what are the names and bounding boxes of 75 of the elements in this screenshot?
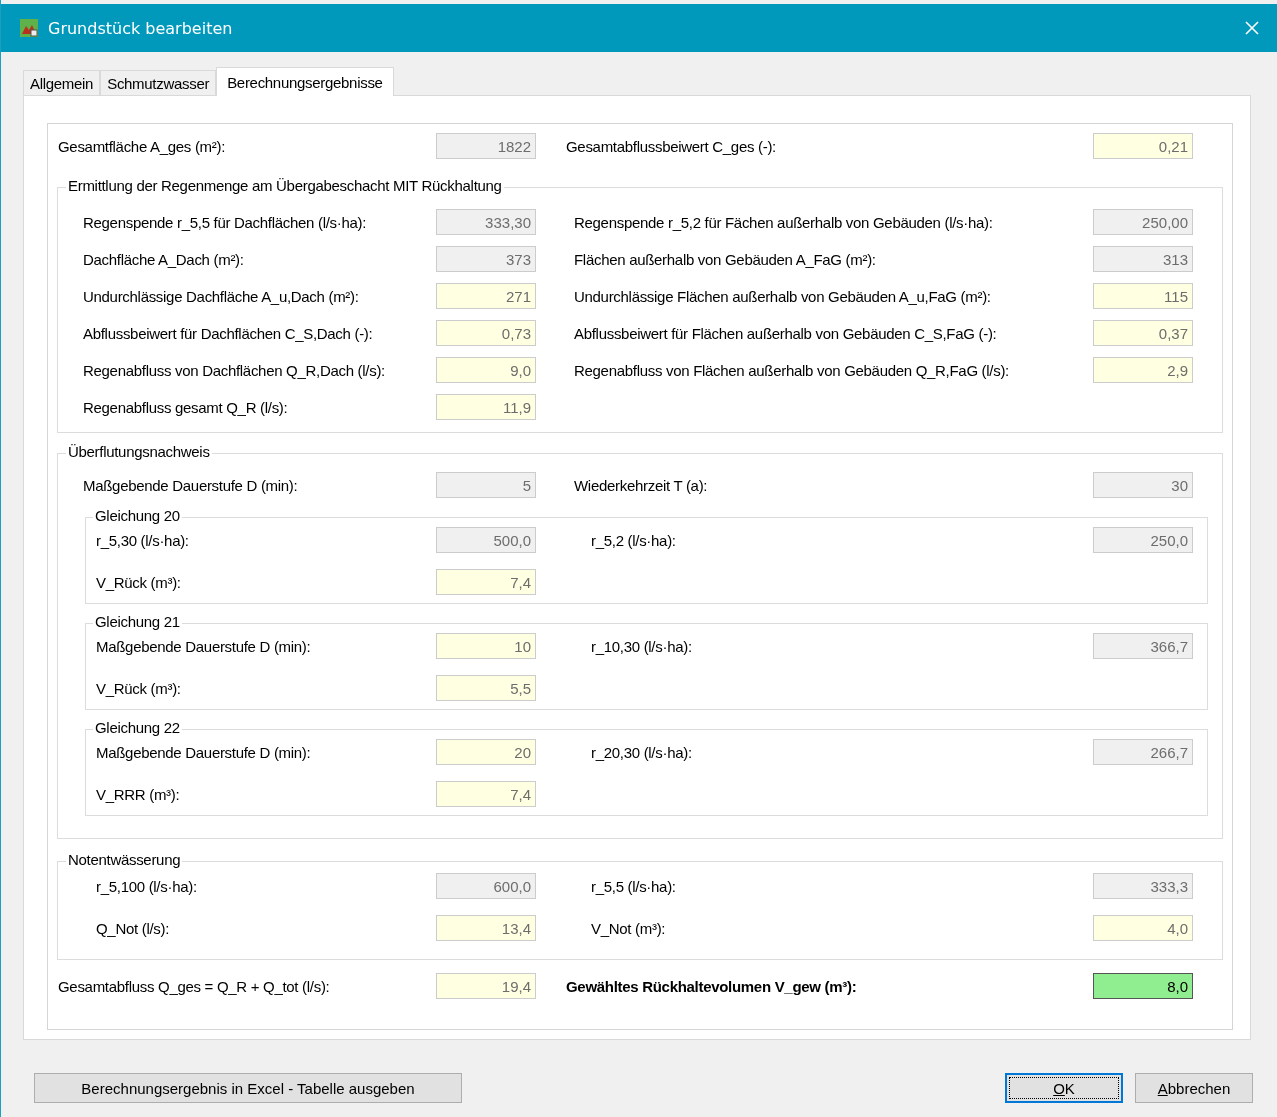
field-label: r_5,100 (l/s·ha): bbox=[95, 877, 198, 895]
group-title: Gleichung 21 bbox=[94, 613, 181, 632]
value-field[interactable]: 0,73 bbox=[436, 320, 536, 346]
value-field[interactable]: 10 bbox=[436, 633, 536, 659]
group-title: Gleichung 20 bbox=[94, 507, 181, 526]
field-label: r_20,30 (l/s·ha): bbox=[591, 743, 693, 761]
field-label: Regenabfluss von Flächen außerhalb von Gebäuden Q_R,FaG (l/s): bbox=[574, 361, 1010, 379]
field-label: Dachfläche A_Dach (m²): bbox=[82, 250, 245, 268]
field-label: Gesamtabfluss Q_ges = Q_R + Q_tot (l/s): bbox=[57, 977, 331, 995]
tab[interactable]: Allgemein bbox=[23, 70, 101, 95]
value-field[interactable]: 271 bbox=[436, 283, 536, 309]
field-label: Flächen außerhalb von Gebäuden A_FaG (m²): bbox=[574, 250, 877, 268]
value-field[interactable]: 13,4 bbox=[436, 915, 536, 941]
value-field[interactable]: 2,9 bbox=[1093, 357, 1193, 383]
value-field[interactable]: 20 bbox=[436, 739, 536, 765]
field-label: r_5,5 (l/s·ha): bbox=[591, 877, 677, 895]
field-label: Abflussbeiwert für Flächen außerhalb von Gebäuden C_S,FaG (-): bbox=[574, 324, 998, 342]
value-field[interactable]: 9,0 bbox=[436, 357, 536, 383]
app-icon bbox=[20, 19, 38, 37]
group-title: Überflutungsnachweis bbox=[67, 443, 211, 462]
value-field[interactable]: 5,5 bbox=[436, 675, 536, 701]
group-title: Notentwässerung bbox=[67, 851, 182, 870]
value-field[interactable]: 19,4 bbox=[436, 973, 536, 999]
value-field[interactable]: 333,3 bbox=[1093, 873, 1193, 899]
field-label: V_Rück (m³): bbox=[95, 573, 182, 591]
close-icon[interactable] bbox=[1245, 21, 1259, 35]
value-field[interactable]: 333,30 bbox=[436, 209, 536, 235]
value-field[interactable]: 11,9 bbox=[436, 394, 536, 420]
field-label: V_Not (m³): bbox=[591, 919, 667, 937]
field-label: V_Rück (m³): bbox=[95, 679, 182, 697]
value-field[interactable]: 0,21 bbox=[1093, 133, 1193, 159]
field-label: r_10,30 (l/s·ha): bbox=[591, 637, 693, 655]
value-field[interactable]: 266,7 bbox=[1093, 739, 1193, 765]
value-field[interactable]: 373 bbox=[436, 246, 536, 272]
value-field[interactable]: 7,4 bbox=[436, 569, 536, 595]
tab[interactable]: Berechnungsergebnisse bbox=[216, 67, 394, 96]
value-field[interactable]: 8,0 bbox=[1093, 973, 1193, 999]
field-label: Wiederkehrzeit T (a): bbox=[574, 476, 709, 494]
field-label: Abflussbeiwert für Dachflächen C_S,Dach (-): bbox=[82, 324, 374, 342]
field-label: Regenspende r_5,5 für Dachflächen (l/s·ha): bbox=[82, 213, 368, 231]
field-label: r_5,30 (l/s·ha): bbox=[95, 531, 190, 549]
value-field[interactable]: 250,0 bbox=[1093, 527, 1193, 553]
export-button[interactable]: Berechnungsergebnis in Excel - Tabelle ausgeben bbox=[34, 1073, 462, 1103]
value-field[interactable]: 115 bbox=[1093, 283, 1193, 309]
field-label: Gesamtfläche A_ges (m²): bbox=[57, 137, 227, 155]
value-field[interactable]: 5 bbox=[436, 472, 536, 498]
field-label: Undurchlässige Dachfläche A_u,Dach (m²): bbox=[82, 287, 360, 305]
tab[interactable]: Schmutzwasser bbox=[100, 70, 217, 95]
value-field[interactable]: 600,0 bbox=[436, 873, 536, 899]
field-label: Gewähltes Rückhaltevolumen V_gew (m³): bbox=[566, 977, 858, 995]
window-title: Grundstück bearbeiten bbox=[48, 18, 234, 38]
field-label: Regenabfluss gesamt Q_R (l/s): bbox=[82, 398, 289, 416]
value-field[interactable]: 1822 bbox=[436, 133, 536, 159]
value-field[interactable]: 250,00 bbox=[1093, 209, 1193, 235]
field-label: Regenspende r_5,2 für Fächen außerhalb von Gebäuden (l/s·ha): bbox=[574, 213, 994, 231]
value-field[interactable]: 0,37 bbox=[1093, 320, 1193, 346]
field-label: Maßgebende Dauerstufe D (min): bbox=[82, 476, 299, 494]
value-field[interactable]: 4,0 bbox=[1093, 915, 1193, 941]
field-label: Regenabfluss von Dachflächen Q_R,Dach (l/s): bbox=[82, 361, 386, 379]
field-label: Maßgebende Dauerstufe D (min): bbox=[95, 637, 312, 655]
field-label: Gesamtabflussbeiwert C_ges (-): bbox=[566, 137, 777, 155]
ok-button[interactable]: OK bbox=[1005, 1073, 1123, 1103]
group-title: Ermittlung der Regenmenge am Übergabeschacht MIT Rückhaltung bbox=[67, 177, 503, 196]
value-field[interactable]: 30 bbox=[1093, 472, 1193, 498]
value-field[interactable]: 500,0 bbox=[436, 527, 536, 553]
field-label: r_5,2 (l/s·ha): bbox=[591, 531, 677, 549]
cancel-button[interactable]: Abbrechen bbox=[1135, 1073, 1253, 1103]
field-label: Q_Not (l/s): bbox=[95, 919, 171, 937]
value-field[interactable]: 7,4 bbox=[436, 781, 536, 807]
field-label: V_RRR (m³): bbox=[95, 785, 181, 803]
value-field[interactable]: 366,7 bbox=[1093, 633, 1193, 659]
field-label: Undurchlässige Flächen außerhalb von Gebäuden A_u,FaG (m²): bbox=[574, 287, 992, 305]
field-label: Maßgebende Dauerstufe D (min): bbox=[95, 743, 312, 761]
group-title: Gleichung 22 bbox=[94, 719, 181, 738]
value-field[interactable]: 313 bbox=[1093, 246, 1193, 272]
